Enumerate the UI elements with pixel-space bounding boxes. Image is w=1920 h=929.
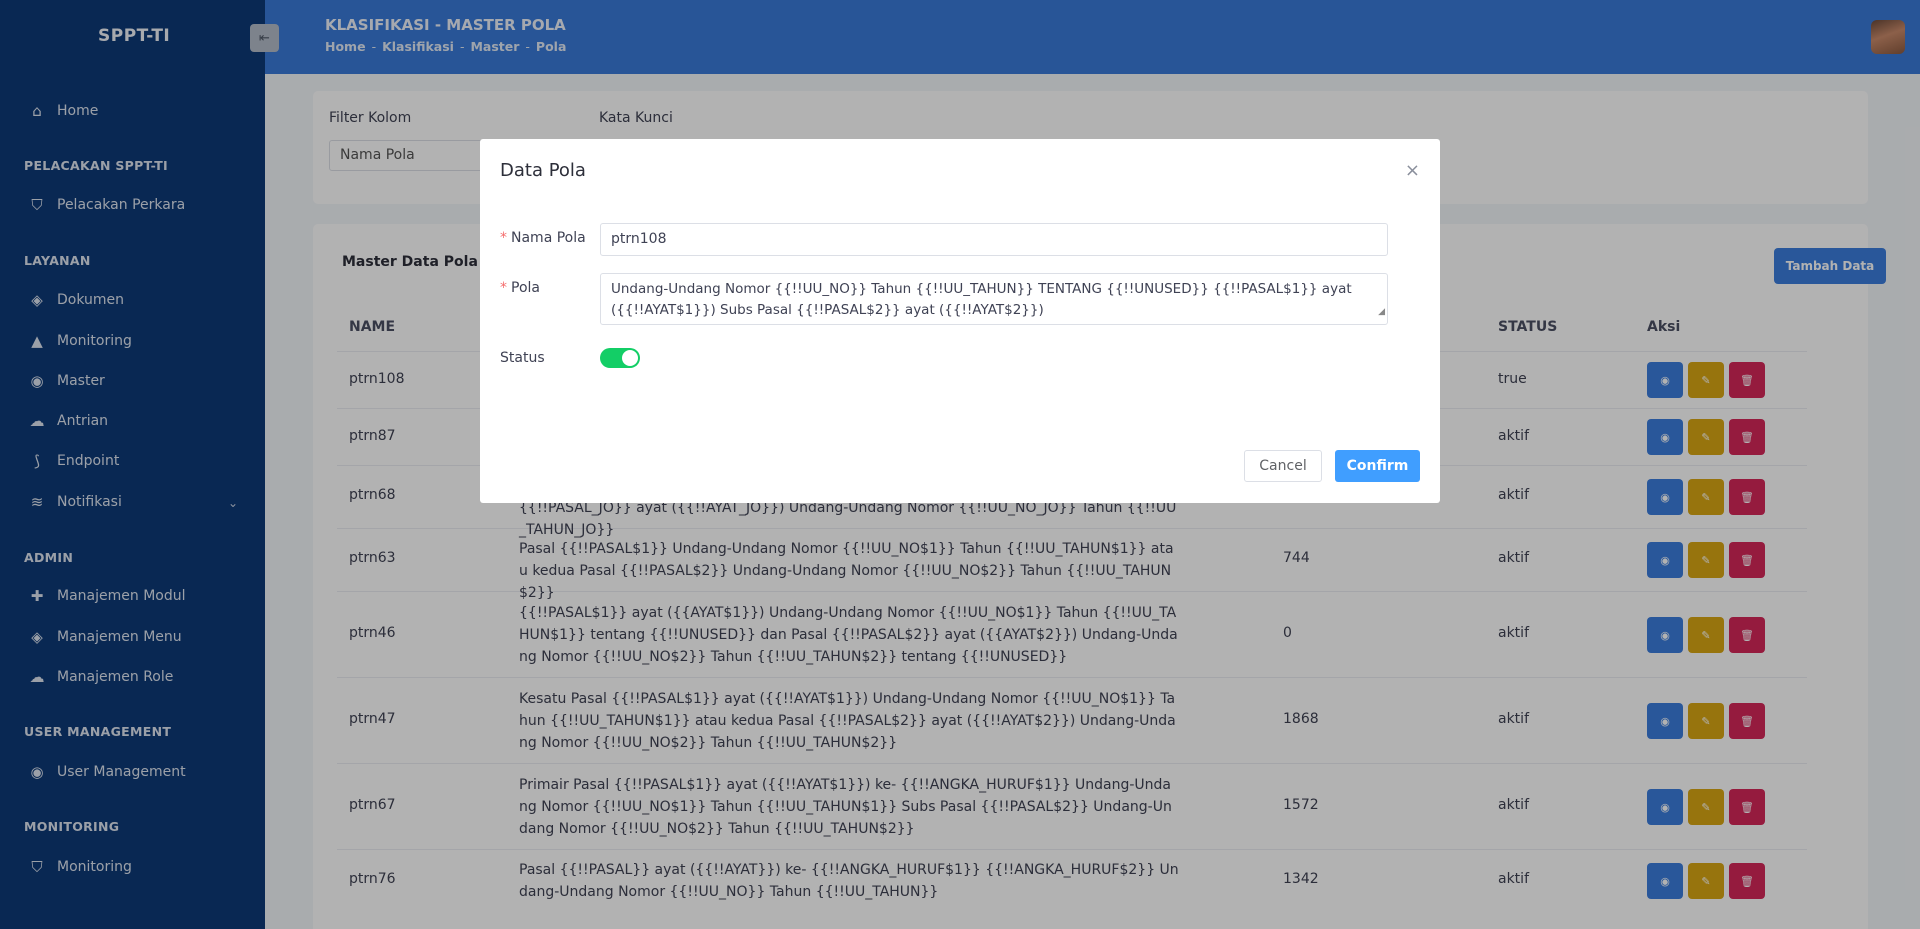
pola-label: * Pola (500, 280, 540, 296)
nama-pola-label: * Nama Pola (500, 230, 586, 246)
data-pola-dialog: Data Pola × * Nama Pola ptrn108 * Pola Und… (480, 139, 1440, 503)
resize-handle-icon[interactable]: ◢ (1378, 302, 1385, 323)
pola-textarea-value: Undang-Undang Nomor {{!!UU_NO}} Tahun {{… (611, 281, 1352, 318)
nama-pola-input[interactable]: ptrn108 (600, 223, 1388, 256)
status-toggle[interactable] (600, 348, 640, 368)
toggle-knob (622, 350, 638, 366)
cancel-button[interactable]: Cancel (1244, 450, 1322, 482)
required-asterisk: * (500, 230, 507, 246)
dialog-title: Data Pola (500, 160, 586, 181)
close-icon[interactable]: × (1405, 160, 1420, 181)
confirm-button[interactable]: Confirm (1335, 450, 1420, 482)
status-label: Status (500, 350, 545, 366)
required-asterisk: * (500, 280, 507, 296)
pola-textarea[interactable]: Undang-Undang Nomor {{!!UU_NO}} Tahun {{… (600, 273, 1388, 325)
